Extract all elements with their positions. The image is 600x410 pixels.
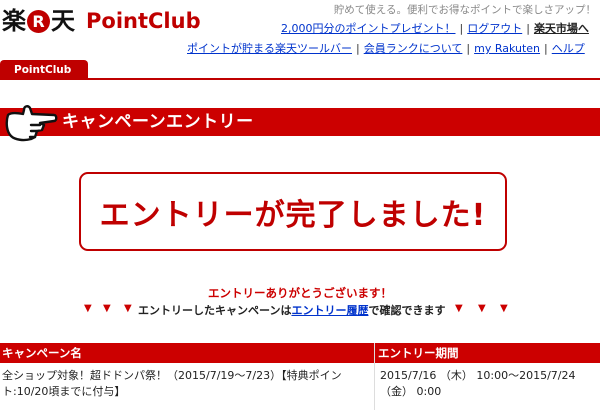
tab-underline (0, 78, 600, 80)
table-cell-campaign: 全ショップ対象！超ドドンパ祭！（2015/7/19〜7/23）【特典ポイント:1… (2, 369, 342, 398)
toolbar-link[interactable]: ポイントが貯まる楽天ツールバー (187, 42, 352, 55)
entry-complete-message: エントリーが完了しました! (99, 197, 487, 233)
link-separator: | (544, 42, 548, 55)
confirm-text: エントリーしたキャンペーンはエントリー履歴で確認できます (138, 302, 445, 318)
rakuten-ichiba-link[interactable]: 楽天市場へ (534, 22, 589, 35)
link-separator: | (466, 42, 471, 55)
rakuten-logo[interactable]: 楽 R 天 PointClub (2, 4, 201, 38)
column-divider (374, 343, 375, 410)
entry-history-link[interactable]: エントリー履歴 (291, 304, 368, 317)
pointing-hand-icon (5, 105, 58, 142)
table-header-row: キャンペーン名 エントリー期間 (0, 343, 600, 363)
help-link[interactable]: ヘルプ (552, 42, 585, 55)
point-present-link[interactable]: 2,000円分のポイントプレゼント！ (281, 22, 456, 35)
table-cell-period: 2015/7/16 （木） 10:00〜2015/7/24 （金） 0:00 (380, 369, 576, 398)
column-header-campaign: キャンペーン名 (2, 346, 82, 360)
thanks-message: エントリーありがとうございます！ (208, 286, 392, 300)
my-rakuten-link[interactable]: my Rakuten (474, 42, 540, 55)
down-triangle-icon: ▼ (478, 303, 486, 314)
banner-title: キャンペーンエントリー (62, 112, 254, 132)
down-triangle-icon: ▼ (84, 303, 92, 314)
logout-link[interactable]: ログアウト (467, 22, 522, 35)
logo-r-badge: R (27, 9, 50, 33)
member-rank-link[interactable]: 会員ランクについて (364, 42, 463, 55)
tab-pointclub[interactable]: PointClub (0, 60, 88, 79)
entry-complete-box: エントリーが完了しました! (79, 172, 507, 251)
down-triangle-icon: ▼ (455, 303, 463, 314)
column-header-period: エントリー期間 (378, 346, 459, 360)
link-separator: | (356, 42, 360, 55)
down-triangle-icon: ▼ (103, 303, 111, 314)
confirm-row: ▼ ▼ ▼ エントリーしたキャンペーンはエントリー履歴で確認できます ▼ ▼ ▼ (0, 302, 600, 318)
logo-raku-char: 楽 (2, 7, 26, 35)
link-separator: | (459, 22, 464, 35)
logo-ten-char: 天 (51, 7, 75, 35)
link-separator: | (526, 22, 530, 35)
header-tagline: 貯めて使える。便利でお得なポイントで楽しさアップ！ (333, 4, 596, 16)
down-triangle-icon: ▼ (124, 303, 132, 314)
down-triangle-icon: ▼ (500, 303, 508, 314)
confirm-text-before: エントリーしたキャンペーンは (138, 304, 292, 317)
logo-pointclub: PointClub (86, 9, 201, 33)
confirm-text-after: で確認できます (368, 304, 446, 317)
header-links-row1: 2,000円分のポイントプレゼント！ | ログアウト | 楽天市場へ (281, 20, 589, 36)
header-links-row2: ポイントが貯まる楽天ツールバー | 会員ランクについて | my Rakuten | ヘルプ (187, 40, 585, 56)
